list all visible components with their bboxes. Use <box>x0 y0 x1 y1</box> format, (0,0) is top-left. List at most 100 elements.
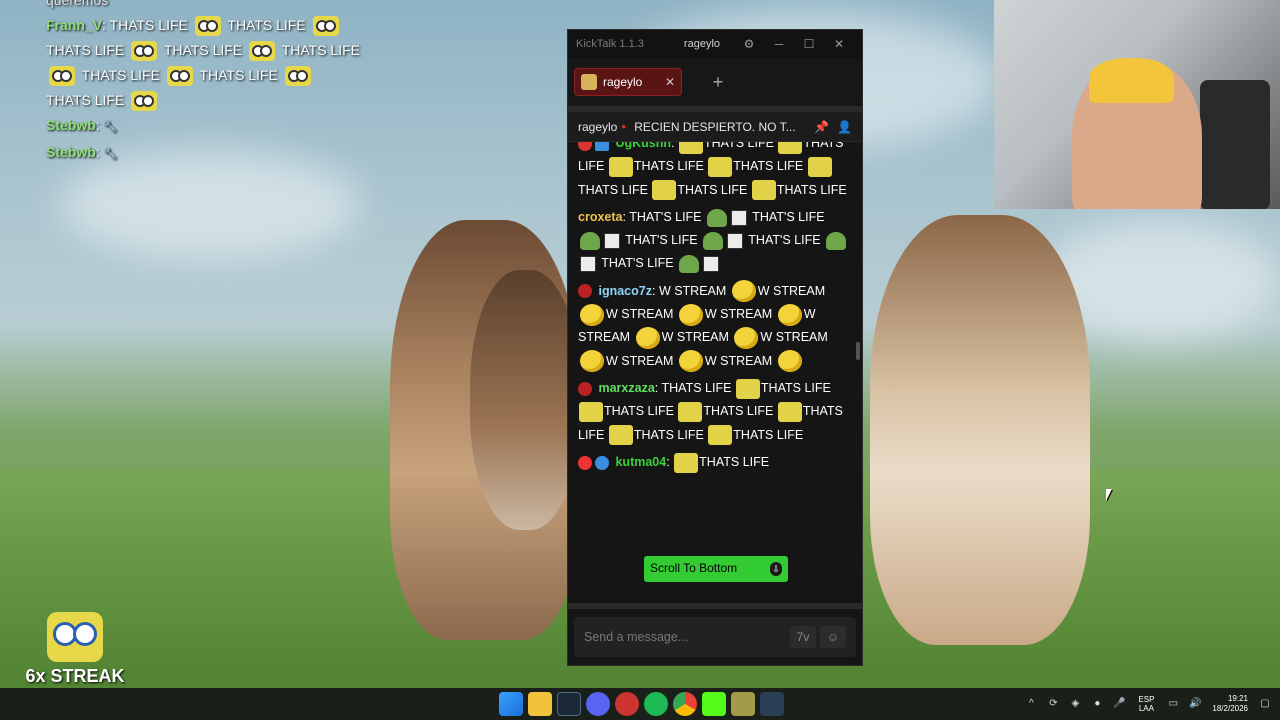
sync-icon[interactable]: ⟳ <box>1046 697 1060 711</box>
wallpaper-horse <box>870 215 1090 645</box>
steam-icon[interactable] <box>759 692 784 716</box>
keyboard-layout: LAA <box>1138 704 1154 713</box>
frog-emote-icon <box>580 231 600 250</box>
overlay-chat-text: THATS LIFE <box>199 67 278 83</box>
taskbar-apps <box>496 692 786 716</box>
notification-icon[interactable]: ▢ <box>1258 697 1272 711</box>
kicktalk-window: KickTalk 1.1.3 rageylo ⚙ ─ ☐ ✕ rageylo ✕… <box>567 29 863 666</box>
yawn-emote-icon <box>678 350 703 373</box>
volume-icon[interactable]: 🔊 <box>1188 697 1202 711</box>
spongebob-streak-icon <box>47 612 103 662</box>
scroll-to-bottom-label: Scroll To Bottom <box>650 561 738 576</box>
kicktalk-icon[interactable] <box>730 692 755 716</box>
overlay-chat-message: Stebwb: 🔧 <box>46 144 118 160</box>
file-explorer-icon[interactable] <box>527 692 552 716</box>
gear-icon[interactable]: ⚙ <box>734 37 764 51</box>
badge-icon <box>578 142 592 151</box>
chat-username[interactable]: marxzaza <box>598 381 654 395</box>
tab-close-icon[interactable]: ✕ <box>665 75 675 89</box>
chat-message: marxzaza: THATS LIFE THATS LIFE THATS LI… <box>578 377 852 447</box>
spongebob-emote-icon <box>777 401 802 422</box>
chat-text: THATS LIFE <box>776 182 847 197</box>
emoji-icon[interactable]: ☺ <box>820 626 846 648</box>
maximize-icon[interactable]: ☐ <box>794 37 824 51</box>
shield-icon[interactable]: ◈ <box>1068 697 1082 711</box>
network-icon[interactable]: ▭ <box>1166 697 1180 711</box>
windows-start-icon[interactable] <box>498 692 523 716</box>
tab-rageylo[interactable]: rageylo ✕ <box>574 68 682 96</box>
spongebob-emote-icon <box>674 452 699 473</box>
paper-emote-icon <box>727 232 744 249</box>
chrome-icon[interactable] <box>672 692 697 716</box>
webcam-hat <box>1089 58 1174 103</box>
mic-icon[interactable]: 🎤 <box>1112 697 1126 711</box>
chat-scrollbar[interactable] <box>856 342 860 360</box>
message-input[interactable]: Send a message... 7v ☺ <box>574 617 856 657</box>
webcam-chair <box>1200 80 1270 209</box>
chat-text: THATS LIFE <box>633 427 704 442</box>
minimize-icon[interactable]: ─ <box>764 37 794 51</box>
spotify-icon[interactable] <box>643 692 668 716</box>
app-title: KickTalk 1.1.3 <box>576 38 644 50</box>
chat-text: THATS LIFE <box>633 159 704 174</box>
chat-text: W STREAM <box>658 283 727 298</box>
stream-title: RECIEN DESPIERTO. NO T... <box>634 119 796 134</box>
obs-icon[interactable] <box>614 692 639 716</box>
wrench-icon: 🔧 <box>103 148 118 160</box>
chevron-up-icon[interactable]: ^ <box>1024 697 1038 711</box>
paper-emote-icon <box>703 256 720 273</box>
chat-message: UgKushh: THATS LIFE THATS LIFE THATS LIF… <box>578 142 852 202</box>
spongebob-emote-icon <box>166 66 193 87</box>
user-icon[interactable]: 👤 <box>837 120 852 134</box>
live-dot-icon: ● <box>621 122 627 131</box>
chat-username[interactable]: kutma04 <box>615 455 666 469</box>
chat-username[interactable]: UgKushh <box>615 142 671 150</box>
title-bar[interactable]: KickTalk 1.1.3 rageylo ⚙ ─ ☐ ✕ <box>568 30 862 58</box>
chat-message: kutma04: THATS LIFE <box>578 451 852 474</box>
spongebob-emote-icon <box>735 378 760 399</box>
spongebob-emote-icon <box>249 41 276 62</box>
overlay-chat-text: THATS LIFE <box>227 17 306 33</box>
chat-text: THATS LIFE <box>733 427 804 442</box>
yawn-emote-icon <box>635 327 660 350</box>
language-code: ESP <box>1138 695 1155 704</box>
wallpaper-horse <box>470 270 580 530</box>
chat-username[interactable]: croxeta <box>578 210 622 224</box>
spongebob-emote-icon <box>751 180 776 201</box>
chat-text: THATS LIFE <box>661 380 732 395</box>
scroll-to-bottom-button[interactable]: Scroll To Bottom ⇩ <box>644 556 788 582</box>
spongebob-emote-icon <box>131 41 158 62</box>
close-icon[interactable]: ✕ <box>824 37 854 51</box>
badge-icon <box>578 455 592 470</box>
streak-label: 6x STREAK <box>25 666 125 686</box>
frog-emote-icon <box>707 208 728 227</box>
add-tab-button[interactable]: + <box>698 68 738 96</box>
overlay-chat-username: Stebwb <box>46 117 96 133</box>
clock[interactable]: 19:21 18/2/2026 <box>1212 694 1248 714</box>
chat-text: W STREAM <box>757 283 826 298</box>
spongebob-emote-icon <box>679 142 703 154</box>
paper-emote-icon <box>731 209 748 226</box>
kick-icon[interactable] <box>701 692 726 716</box>
yawn-emote-icon <box>777 303 802 326</box>
channel-name[interactable]: rageylo <box>578 120 617 134</box>
clock-time: 19:21 <box>1227 694 1248 703</box>
steam-icon[interactable] <box>556 692 581 716</box>
spongebob-emote-icon <box>579 401 603 422</box>
chat-text: THATS LIFE <box>760 380 831 395</box>
discord-icon[interactable] <box>585 692 610 716</box>
taskbar: ^ ⟳ ◈ ● 🎤 ESP LAA ▭ 🔊 19:21 18/2/2026 ▢ <box>0 688 1280 720</box>
overlay-chat-text: THATS LIFE <box>46 42 125 58</box>
chat-list[interactable]: UgKushh: THATS LIFE THATS LIFE THATS LIF… <box>568 142 862 592</box>
language-indicator[interactable]: ESP LAA <box>1138 695 1154 713</box>
chat-text: THAT'S LIFE <box>601 256 674 271</box>
overlay-chat-text: THATS LIFE <box>109 17 188 33</box>
overlay-chat-text: THATS LIFE <box>163 42 243 58</box>
badge-icon <box>595 142 609 151</box>
steam-tray-icon[interactable]: ● <box>1090 697 1104 711</box>
chat-username[interactable]: ignaco7z <box>598 284 652 298</box>
pin-icon[interactable]: 📌 <box>814 120 829 134</box>
seventv-icon[interactable]: 7v <box>790 626 816 648</box>
streak-widget: 6x STREAK <box>20 612 130 687</box>
account-username[interactable]: rageylo <box>684 38 720 50</box>
